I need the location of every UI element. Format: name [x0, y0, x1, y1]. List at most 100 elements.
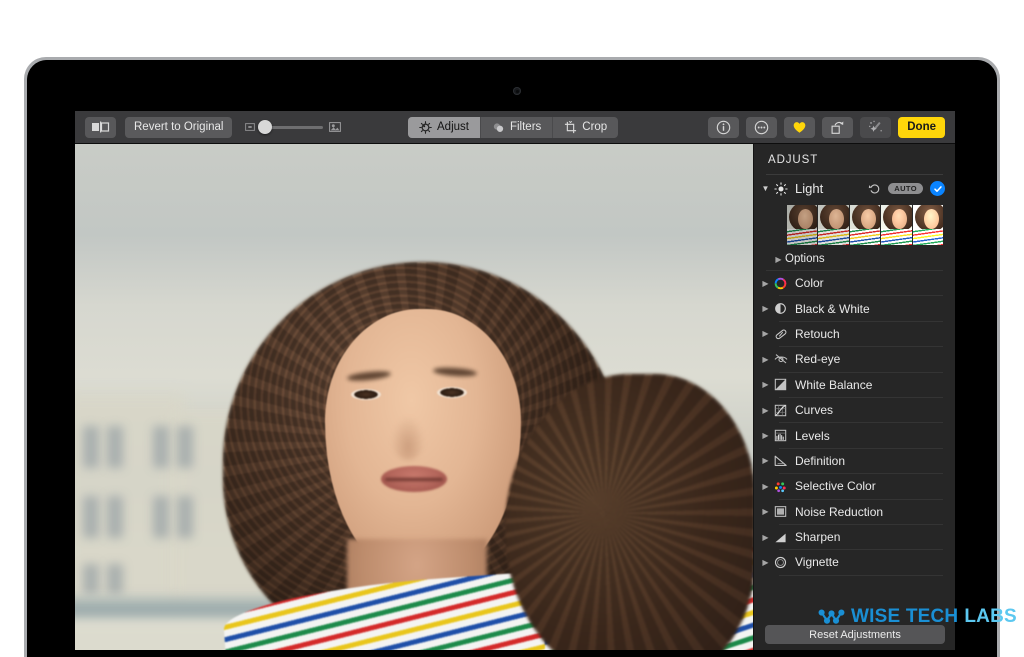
selective-color-icon [772, 479, 789, 494]
check-circle-icon[interactable] [930, 181, 945, 196]
adjust-sidebar: ADJUST ▼ Light AUTO ▶ Options ▶ Color ▶ … [753, 144, 955, 650]
background-window [107, 426, 123, 468]
subject-eye [351, 389, 381, 400]
disclosure-triangle-icon[interactable]: ▶ [759, 279, 772, 288]
adjust-item-sharpen[interactable]: ▶ Sharpen [754, 525, 955, 549]
light-auto-badge[interactable]: AUTO [888, 182, 923, 195]
disclosure-triangle-icon[interactable]: ▶ [759, 380, 772, 389]
noise-reduction-icon [772, 504, 789, 519]
heart-icon[interactable] [784, 116, 816, 138]
tab-crop-label: Crop [582, 121, 608, 133]
adjust-item-sharpen-label: Sharpen [795, 530, 841, 545]
tab-adjust-label: Adjust [437, 121, 469, 133]
adjust-item-vignette-label: Vignette [795, 555, 839, 570]
light-thumbnail[interactable] [912, 205, 944, 245]
tab-crop[interactable]: Crop [553, 117, 618, 138]
adjust-item-red-eye-label: Red-eye [795, 352, 841, 367]
segmented-control: Adjust Filters Crop [408, 116, 619, 138]
watermark-text-primary: WISE TECH [851, 606, 959, 627]
crop-icon [565, 120, 577, 133]
tab-adjust[interactable]: Adjust [408, 116, 481, 138]
definition-icon [772, 453, 789, 468]
adjust-item-retouch[interactable]: ▶ Retouch [754, 322, 955, 346]
adjust-item-curves[interactable]: ▶ Curves [754, 398, 955, 422]
rotate-icon[interactable] [822, 116, 854, 138]
adjust-item-color-label: Color [795, 276, 824, 291]
divider [779, 574, 943, 576]
half-circle-icon [772, 301, 789, 316]
adjust-item-light[interactable]: ▼ Light AUTO [754, 175, 955, 202]
adjust-item-definition-label: Definition [795, 453, 846, 468]
adjust-item-curves-label: Curves [795, 403, 834, 418]
info-circle-icon[interactable] [708, 116, 740, 138]
levels-icon [772, 428, 789, 443]
disclosure-triangle-icon[interactable]: ▶ [759, 558, 772, 567]
background-window [153, 426, 169, 468]
adjust-item-color[interactable]: ▶ Color [754, 271, 955, 295]
light-options-label: Options [785, 253, 825, 265]
disclosure-triangle-icon[interactable]: ▶ [759, 533, 772, 542]
disclosure-triangle-icon[interactable]: ▶ [759, 304, 772, 313]
adjust-item-black-and-white[interactable]: ▶ Black & White [754, 296, 955, 320]
curves-icon [772, 403, 789, 418]
adjust-dial-icon [419, 120, 432, 134]
zoom-slider-thumb[interactable] [258, 120, 273, 134]
light-options-row[interactable]: ▶ Options [754, 248, 955, 270]
disclosure-triangle-icon[interactable]: ▶ [772, 255, 785, 264]
disclosure-triangle-open-icon[interactable]: ▼ [759, 184, 772, 193]
background-window [107, 496, 123, 538]
disclosure-triangle-icon[interactable]: ▶ [759, 507, 772, 516]
reset-arrow-icon[interactable] [868, 182, 881, 195]
light-controls: AUTO [868, 181, 945, 196]
disclosure-triangle-icon[interactable]: ▶ [759, 355, 772, 364]
webcam-icon [513, 87, 521, 95]
adjust-item-white-balance[interactable]: ▶ White Balance [754, 373, 955, 397]
light-thumbnail[interactable] [849, 205, 881, 245]
adjust-item-white-balance-label: White Balance [795, 377, 873, 392]
light-thumbnail[interactable] [881, 205, 912, 245]
zoom-out-icon [245, 123, 256, 131]
eye-slash-icon [772, 352, 789, 367]
subject-eye [437, 387, 467, 398]
disclosure-triangle-icon[interactable]: ▶ [759, 482, 772, 491]
watermark: WISE TECH LABS [818, 606, 1017, 628]
adjust-item-levels-label: Levels [795, 428, 830, 443]
adjust-item-noise-reduction-label: Noise Reduction [795, 504, 884, 519]
adjust-item-selective-color[interactable]: ▶ Selective Color [754, 474, 955, 498]
adjust-item-noise-reduction[interactable]: ▶ Noise Reduction [754, 500, 955, 524]
adjust-item-levels[interactable]: ▶ Levels [754, 423, 955, 447]
white-balance-icon [772, 377, 789, 392]
adjust-item-red-eye[interactable]: ▶ Red-eye [754, 347, 955, 371]
compare-split-icon[interactable] [85, 116, 116, 138]
adjust-item-retouch-label: Retouch [795, 326, 840, 341]
light-thumbnail[interactable] [818, 205, 849, 245]
adjust-item-light-label: Light [795, 181, 824, 196]
disclosure-triangle-icon[interactable]: ▶ [759, 431, 772, 440]
light-thumbnail-strip[interactable] [787, 205, 944, 245]
sidebar-title: ADJUST [768, 154, 819, 166]
background-window [177, 496, 193, 538]
zoom-slider[interactable] [245, 120, 342, 134]
tab-filters[interactable]: Filters [481, 116, 554, 138]
adjust-item-selective-color-label: Selective Color [795, 479, 876, 494]
zoom-in-icon [329, 122, 342, 132]
revert-to-original-button[interactable]: Revert to Original [125, 116, 233, 138]
vignette-icon [772, 555, 789, 570]
editor-toolbar: Revert to Original Adjust Filters Crop D… [75, 111, 955, 144]
ellipsis-circle-icon[interactable] [746, 116, 778, 138]
disclosure-triangle-icon[interactable]: ▶ [759, 406, 772, 415]
network-nodes-logo [818, 608, 845, 624]
zoom-slider-track[interactable] [258, 120, 324, 134]
adjust-item-vignette[interactable]: ▶ Vignette [754, 550, 955, 574]
adjust-item-definition[interactable]: ▶ Definition [754, 449, 955, 473]
photo-canvas[interactable] [75, 144, 753, 650]
light-thumbnail[interactable] [787, 205, 818, 245]
magic-wand-icon[interactable] [860, 116, 892, 138]
disclosure-triangle-icon[interactable]: ▶ [759, 456, 772, 465]
disclosure-triangle-icon[interactable]: ▶ [759, 329, 772, 338]
watermark-text-secondary: LABS [964, 606, 1017, 627]
background-window [83, 426, 99, 468]
done-button[interactable]: Done [898, 116, 945, 138]
background-window [83, 564, 99, 594]
sun-icon [772, 181, 789, 196]
